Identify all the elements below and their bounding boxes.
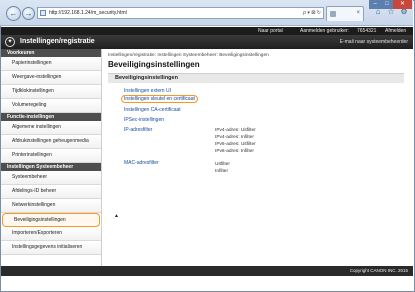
sidebar-heading-preferences: Voorkeuren — [1, 49, 101, 57]
ip-filter-value: IPv4-adres: Infilter — [215, 135, 254, 140]
tab-close-icon[interactable]: × — [356, 10, 360, 16]
close-icon[interactable]: ✕ — [393, 0, 412, 9]
browser-tab[interactable]: × — [326, 6, 364, 21]
mac-filter-value: Uitfilter — [215, 162, 230, 167]
sidebar-item-system-management[interactable]: Systeembeheer — [1, 171, 101, 185]
portal-link[interactable]: Naar portal — [258, 27, 283, 35]
section-header: Beveiligingsinstellingen — [108, 73, 404, 83]
sidebar-item-media-print[interactable]: Afdrukinstellingen geheugenmedia — [1, 135, 101, 149]
link-key-certificate[interactable]: Instellingen sleutel en certificaat — [121, 95, 198, 103]
window-controls: – □ ✕ — [369, 0, 413, 10]
maximize-icon[interactable]: □ — [381, 0, 393, 9]
sidebar-item-initialize[interactable]: Instellingsgegevens initialiseren — [1, 241, 101, 255]
mac-filter-value: Infilter — [215, 169, 229, 174]
mail-admin-link[interactable]: E-mail naar systeembeheerder — [340, 39, 408, 45]
copyright-text: Copyright CANON INC. 2015 — [349, 268, 408, 273]
forward-arrow-icon[interactable]: → — [22, 7, 35, 20]
url-text: http://192.168.1.24/m_security.html — [49, 10, 127, 16]
sidebar-item-timer[interactable]: Tijdklokinstellingen — [1, 85, 101, 99]
link-mac-filter[interactable]: MAC-adresfilter — [124, 160, 159, 166]
sidebar-item-import-export[interactable]: Importeren/Exporteren — [1, 227, 101, 241]
logout-link[interactable]: Afmelden — [385, 27, 406, 35]
user-id: 7654321 — [357, 28, 377, 34]
minimize-icon[interactable]: – — [369, 0, 381, 9]
link-ca-certificate[interactable]: Instellingen CA-certificaat — [124, 107, 181, 113]
sidebar: Voorkeuren Papierinstellingen Weergave-i… — [1, 49, 102, 266]
address-tools[interactable]: ρ ▾ ⊠ ↻ — [303, 8, 321, 18]
sidebar-item-security[interactable]: Beveiligingsinstellingen — [2, 213, 100, 227]
sidebar-item-display[interactable]: Weergave-instellingen — [1, 71, 101, 85]
sidebar-item-department-id[interactable]: Afdelings-ID beheer — [1, 185, 101, 199]
header-title: Instellingen/registratie — [20, 38, 95, 45]
sidebar-item-volume[interactable]: Volumeregeling — [1, 99, 101, 113]
user-label: Aanmelden gebruiker: — [300, 28, 349, 34]
breadcrumb: Instellingen/registratie: Instellingen S… — [108, 53, 269, 58]
ip-filter-value: IPv6-adres: Uitfilter — [215, 142, 256, 147]
page-icon — [40, 10, 46, 16]
sidebar-item-printer[interactable]: Printerinstellingen — [1, 149, 101, 163]
sidebar-heading-function: Functie-instellingen — [1, 113, 101, 121]
top-bar: Naar portal Aanmelden gebruiker: 7654321… — [1, 27, 413, 35]
sidebar-item-network[interactable]: Netwerkinstellingen — [1, 199, 101, 213]
address-bar[interactable]: http://192.168.1.24/m_security.html ρ ▾ … — [37, 7, 324, 19]
back-arrow-icon[interactable]: ← — [6, 6, 21, 21]
sidebar-item-general[interactable]: Algemene instellingen — [1, 121, 101, 135]
main-content: Instellingen/registratie: Instellingen S… — [108, 49, 408, 266]
ip-filter-value: IPv6-adres: Infilter — [215, 149, 254, 154]
page-title: Beveiligingsinstellingen — [108, 60, 200, 69]
browser-toolbar: ← → http://192.168.1.24/m_security.html … — [0, 0, 413, 26]
link-remote-ui[interactable]: Instellingen extern UI — [124, 88, 171, 94]
link-ip-filter[interactable]: IP-adresfilter — [124, 127, 152, 133]
ip-filter-value: IPv4-adres: Uitfilter — [215, 128, 256, 133]
settings-wrench-icon: ✦ — [5, 37, 15, 47]
back-to-top-icon[interactable]: ▲ — [114, 213, 119, 219]
page-footer: Copyright CANON INC. 2015 — [1, 266, 413, 276]
sidebar-heading-system: Instellingen Systeembeheer — [1, 163, 101, 171]
link-ipsec[interactable]: IPSec-instellingen — [124, 117, 164, 123]
page-header: ✦ Instellingen/registratie E-mail naar s… — [1, 35, 413, 49]
sidebar-item-paper[interactable]: Papierinstellingen — [1, 57, 101, 71]
tab-favicon-icon — [330, 11, 336, 17]
